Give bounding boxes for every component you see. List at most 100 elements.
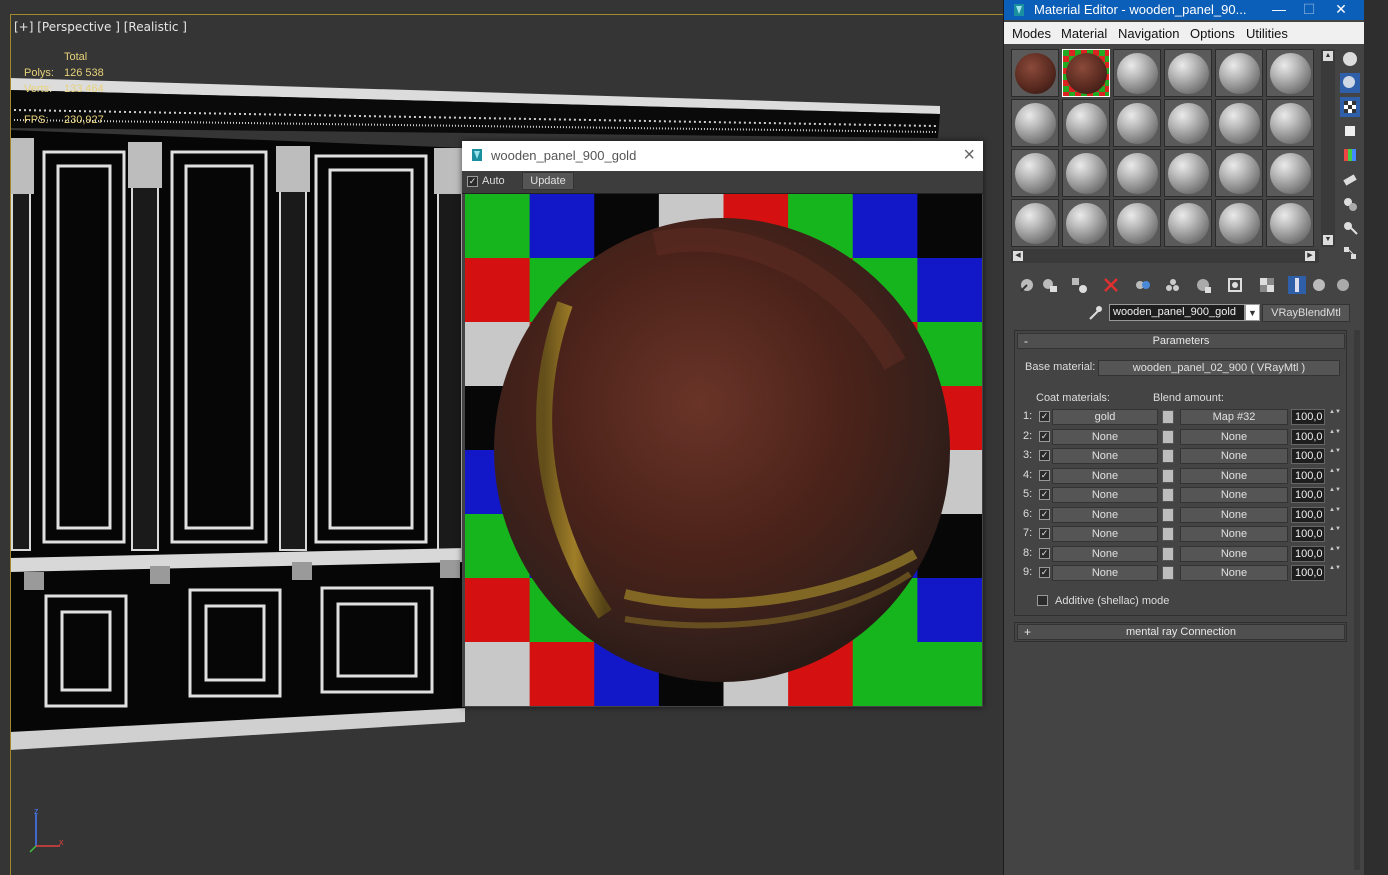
make-unique-icon[interactable]	[1134, 276, 1152, 294]
maximize-button[interactable]: ☐	[1295, 0, 1323, 20]
coat-enable-checkbox[interactable]: ✓	[1039, 450, 1050, 461]
sample-slot[interactable]	[1215, 149, 1263, 197]
sample-slot[interactable]	[1011, 149, 1059, 197]
spinner-icon[interactable]: ▲▼	[1329, 507, 1341, 523]
put-to-scene-icon[interactable]	[1040, 276, 1058, 294]
spinner-icon[interactable]: ▲▼	[1329, 468, 1341, 484]
menu-material[interactable]: Material	[1061, 26, 1107, 41]
blend-map-button[interactable]: None	[1180, 487, 1288, 503]
blend-map-button[interactable]: None	[1180, 506, 1288, 523]
sample-slot[interactable]	[1113, 199, 1161, 247]
blend-map-button[interactable]: None	[1180, 526, 1288, 542]
options-icon[interactable]	[1340, 194, 1360, 214]
menu-utilities[interactable]: Utilities	[1246, 26, 1288, 41]
coat-material-button[interactable]: None	[1052, 487, 1158, 503]
slots-horizontal-scrollbar[interactable]: ◀ ▶	[1011, 249, 1319, 263]
coat-enable-checkbox[interactable]: ✓	[1039, 547, 1050, 559]
base-material-button[interactable]: wooden_panel_02_900 ( VRayMtl )	[1098, 360, 1340, 376]
select-by-material-icon[interactable]	[1340, 218, 1360, 238]
eyedropper-icon[interactable]	[1086, 304, 1104, 322]
viewport-label[interactable]: [+] [Perspective ] [Realistic ]	[14, 20, 187, 34]
coat-color-swatch[interactable]	[1162, 566, 1174, 580]
spinner-icon[interactable]: ▲▼	[1329, 448, 1341, 464]
menu-options[interactable]: Options	[1190, 26, 1235, 41]
coat-enable-checkbox[interactable]: ✓	[1039, 430, 1050, 442]
show-map-in-viewport-icon[interactable]	[1226, 276, 1244, 294]
coat-color-swatch[interactable]	[1162, 429, 1174, 444]
coat-enable-checkbox[interactable]: ✓	[1039, 508, 1050, 520]
coat-material-button[interactable]: None	[1052, 565, 1158, 581]
sample-slot[interactable]	[1266, 149, 1314, 197]
blend-map-button[interactable]: None	[1180, 448, 1288, 464]
material-id-channel-icon[interactable]	[1194, 276, 1212, 294]
close-icon[interactable]: ×	[963, 144, 975, 167]
coat-material-button[interactable]: None	[1052, 428, 1158, 445]
sample-slot[interactable]	[1062, 49, 1110, 97]
coat-color-swatch[interactable]	[1162, 507, 1174, 522]
sample-slot[interactable]	[1011, 199, 1059, 247]
sample-slot[interactable]	[1062, 99, 1110, 147]
assign-to-selection-icon[interactable]	[1070, 276, 1088, 294]
spinner-icon[interactable]: ▲▼	[1329, 565, 1341, 581]
sample-slot[interactable]	[1164, 49, 1212, 97]
sample-uv-tiling-icon[interactable]	[1340, 121, 1360, 141]
blend-map-button[interactable]: None	[1180, 545, 1288, 562]
sample-type-icon[interactable]	[1340, 49, 1360, 69]
sample-slot[interactable]	[1215, 99, 1263, 147]
scroll-right-icon[interactable]: ▶	[1305, 251, 1315, 261]
blend-amount-field[interactable]: 100,0	[1291, 545, 1325, 562]
background-checker-icon[interactable]	[1340, 97, 1360, 117]
coat-color-swatch[interactable]	[1162, 546, 1174, 561]
go-to-parent-icon[interactable]	[1288, 276, 1306, 294]
sample-slot[interactable]	[1215, 199, 1263, 247]
blend-map-button[interactable]: Map #32	[1180, 409, 1288, 425]
auto-checkbox[interactable]: ✓	[467, 176, 478, 187]
coat-enable-checkbox[interactable]: ✓	[1039, 411, 1050, 422]
panel-scrollbar[interactable]	[1354, 330, 1360, 870]
show-end-result-icon[interactable]	[1258, 276, 1276, 294]
minimize-button[interactable]: —	[1265, 0, 1293, 20]
blend-amount-field[interactable]: 100,0	[1291, 526, 1325, 542]
spinner-icon[interactable]: ▲▼	[1329, 526, 1341, 542]
material-type-button[interactable]: VRayBlendMtl	[1262, 304, 1350, 322]
blend-amount-field[interactable]: 100,0	[1291, 506, 1325, 523]
scroll-left-icon[interactable]: ◀	[1013, 251, 1023, 261]
sample-slot[interactable]	[1164, 149, 1212, 197]
blend-amount-field[interactable]: 100,0	[1291, 409, 1325, 425]
reset-map-icon[interactable]	[1102, 276, 1120, 294]
coat-color-swatch[interactable]	[1162, 468, 1174, 483]
sample-slot[interactable]	[1266, 199, 1314, 247]
sample-slot[interactable]	[1215, 49, 1263, 97]
preview-titlebar[interactable]: wooden_panel_900_gold ×	[462, 141, 983, 171]
sample-slot[interactable]	[1266, 49, 1314, 97]
sample-slot[interactable]	[1062, 199, 1110, 247]
coat-enable-checkbox[interactable]: ✓	[1039, 489, 1050, 500]
coat-material-button[interactable]: None	[1052, 448, 1158, 464]
make-preview-icon[interactable]	[1340, 170, 1360, 190]
mental-ray-rollout-header[interactable]: + mental ray Connection	[1017, 624, 1345, 640]
material-editor-window[interactable]: Material Editor - wooden_panel_90... — ☐…	[1003, 0, 1365, 875]
material-map-navigator-icon[interactable]	[1340, 243, 1360, 263]
material-preview-window[interactable]: wooden_panel_900_gold × ✓ Auto Update	[462, 141, 983, 707]
backlight-icon[interactable]	[1340, 73, 1360, 93]
blend-map-button[interactable]: None	[1180, 565, 1288, 581]
blend-map-button[interactable]: None	[1180, 467, 1288, 484]
coat-color-swatch[interactable]	[1162, 410, 1174, 424]
sample-slot[interactable]	[1011, 99, 1059, 147]
update-button[interactable]: Update	[522, 172, 574, 190]
additive-mode-checkbox[interactable]	[1037, 595, 1048, 606]
blend-amount-field[interactable]: 100,0	[1291, 467, 1325, 484]
video-color-check-icon[interactable]	[1340, 145, 1360, 165]
coat-material-button[interactable]: None	[1052, 526, 1158, 542]
coat-color-swatch[interactable]	[1162, 488, 1174, 502]
material-editor-titlebar[interactable]: Material Editor - wooden_panel_90... — ☐…	[1004, 0, 1365, 20]
coat-material-button[interactable]: gold	[1052, 409, 1158, 425]
sample-slot[interactable]	[1062, 149, 1110, 197]
scroll-down-icon[interactable]: ▼	[1323, 235, 1333, 245]
spinner-icon[interactable]: ▲▼	[1329, 409, 1341, 425]
menu-modes[interactable]: Modes	[1012, 26, 1051, 41]
get-material-icon[interactable]	[1018, 276, 1036, 294]
sample-slot[interactable]	[1113, 149, 1161, 197]
sample-slot[interactable]	[1164, 99, 1212, 147]
sample-options-icon[interactable]	[1334, 276, 1352, 294]
